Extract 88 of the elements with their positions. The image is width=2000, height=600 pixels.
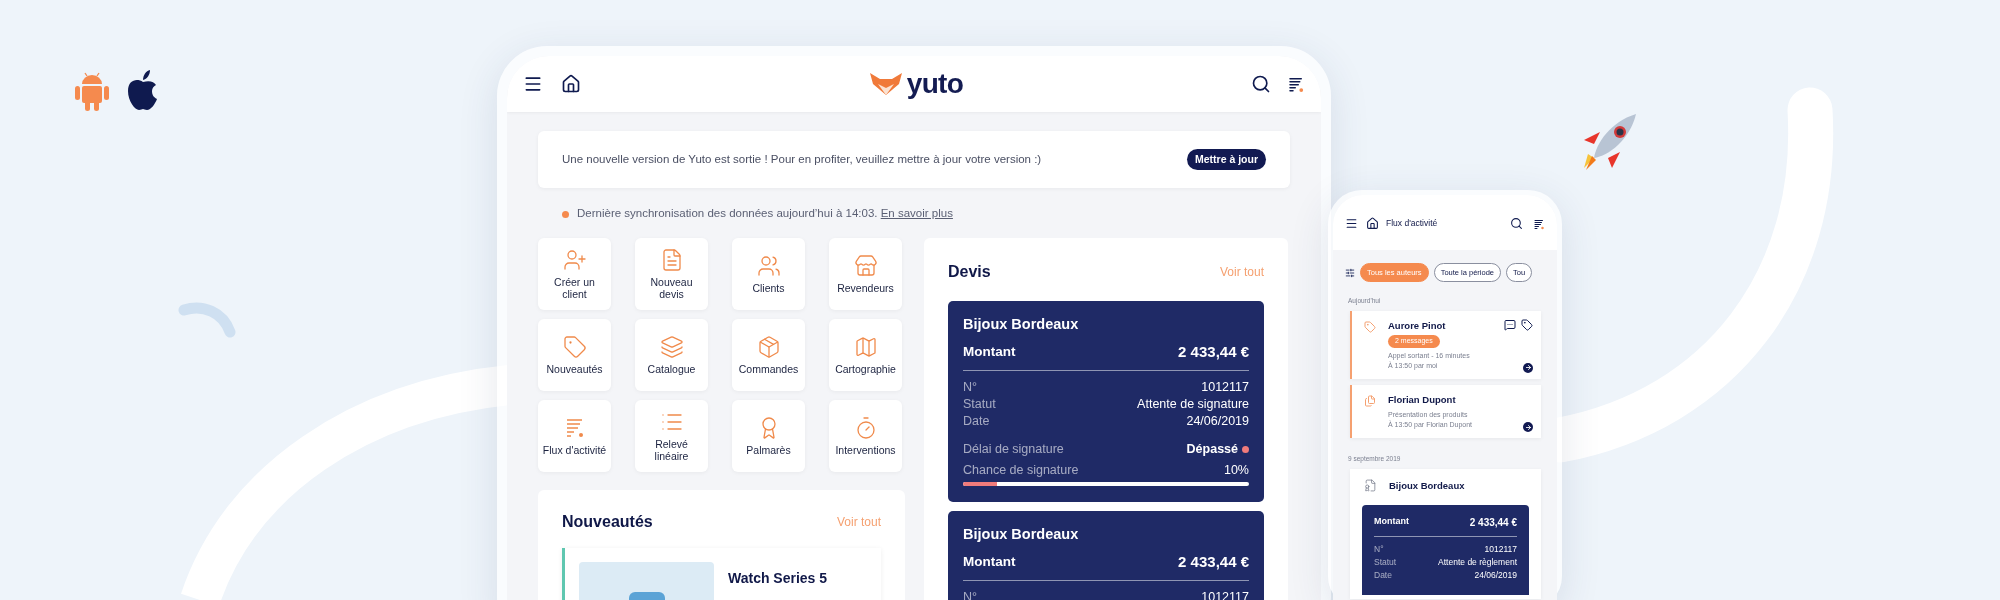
client-name: Bijoux Bordeaux: [963, 524, 1080, 544]
field-label: Délai de signature: [963, 441, 1064, 459]
activity-feed-icon[interactable]: [1287, 75, 1305, 93]
shortcut-tile[interactable]: Commandes: [732, 319, 805, 391]
section-title: Devis: [948, 262, 991, 282]
message-icon[interactable]: [1504, 319, 1516, 331]
shortcut-label: Créer un client: [553, 276, 596, 300]
shortcut-tile[interactable]: Relevé linéaire: [635, 400, 708, 472]
product-card[interactable]: Watch Series 5: [562, 548, 881, 600]
menu-icon[interactable]: [1345, 217, 1358, 230]
contact-name: Florian Dupont: [1388, 392, 1456, 407]
apple-icon: [126, 69, 160, 111]
quote-activity-card[interactable]: Bijoux Bordeaux Montant 2 433,44 € N° 1012117 Statut Attente de règlement Date 24/06/2019: [1350, 468, 1541, 599]
shortcut-tile[interactable]: Créer un client: [538, 238, 611, 310]
field-value: Attente de signature: [1137, 396, 1249, 414]
field-label: Chance de signature: [963, 462, 1079, 479]
amount-label: Montant: [963, 342, 1016, 361]
field-value: 1012117: [1484, 543, 1517, 556]
field-label: Statut: [1374, 556, 1397, 569]
amount-value: 2 433,44 €: [1469, 516, 1517, 530]
shortcut-label: Interventions: [835, 444, 896, 456]
field-value: Attente de règlement: [1438, 556, 1517, 569]
shortcut-label: Catalogue: [647, 363, 696, 375]
arc-drawing: [178, 300, 238, 340]
menu-icon[interactable]: [523, 74, 543, 94]
update-message: Une nouvelle version de Yuto est sortie ! Pour en profiter, veuillez mettre à jour votre version :): [562, 151, 1042, 167]
field-value: Dépassé: [1186, 441, 1238, 459]
map-icon: [853, 335, 878, 359]
home-icon[interactable]: [1366, 217, 1379, 230]
logo-text: yuto: [906, 70, 964, 98]
android-icon: [74, 70, 110, 112]
tag-icon: [562, 335, 587, 359]
search-icon[interactable]: [1510, 217, 1523, 230]
sync-notice: Dernière synchronisation des données aujourd’hui à 14:03. En savoir plus: [577, 206, 953, 222]
shortcut-label: Nouveau devis: [649, 276, 694, 300]
document-icon: [1364, 479, 1377, 493]
contact-name: Aurore Pinot: [1388, 319, 1446, 333]
field-value: 24/06/2019: [1474, 569, 1517, 582]
shortcut-label: Cartographie: [835, 363, 896, 375]
client-name: Bijoux Bordeaux: [1389, 478, 1465, 493]
shortcut-label: Commandes: [738, 363, 799, 375]
shortcut-label: Nouveautés: [546, 363, 603, 375]
box-icon: [756, 335, 781, 359]
users-icon: [756, 254, 781, 278]
shortcut-tile[interactable]: Cartographie: [829, 319, 902, 391]
layers-icon: [659, 335, 684, 359]
screen-title: Flux d'activité: [1386, 217, 1439, 230]
shortcut-tile[interactable]: Nouveau devis: [635, 238, 708, 310]
user-plus-icon: [562, 248, 587, 272]
amount-value: 2 433,44 €: [1178, 341, 1249, 362]
amount-value: 2 433,44 €: [1178, 551, 1249, 572]
field-value: 1012117: [1201, 379, 1249, 397]
amount-label: Montant: [1374, 515, 1409, 528]
field-label: Date: [1374, 569, 1392, 582]
amount-label: Montant: [963, 552, 1016, 571]
update-button[interactable]: Mettre à jour: [1187, 148, 1266, 171]
shortcut-tile[interactable]: Revendeurs: [829, 238, 902, 310]
tag-icon[interactable]: [1521, 319, 1533, 331]
documents-icon: [1364, 394, 1376, 407]
shortcut-tile[interactable]: Clients: [732, 238, 805, 310]
quote-card[interactable]: Bijoux Bordeaux Montant 2 433,44 € N° 1012117 Statut Attente de signature Date 24/06/2019 Délai de signature Dépassé Chance de signature 10%: [948, 301, 1264, 502]
field-label: N°: [963, 379, 978, 397]
shortcut-tile[interactable]: Palmarès: [732, 400, 805, 472]
field-label: Statut: [963, 396, 996, 414]
activity-feed-icon[interactable]: [1533, 217, 1545, 230]
fox-logo-icon: [868, 72, 903, 96]
search-icon[interactable]: [1251, 74, 1271, 94]
shortcut-label: Palmarès: [746, 444, 791, 456]
field-label: N°: [1374, 543, 1384, 556]
shortcut-label: Flux d'activité: [542, 444, 607, 456]
client-name: Bijoux Bordeaux: [963, 315, 1080, 334]
shortcut-label: Clients: [752, 282, 785, 294]
home-icon[interactable]: [561, 74, 581, 94]
shortcut-tile[interactable]: Interventions: [829, 400, 902, 472]
shortcut-label: Relevé linéaire: [653, 438, 690, 462]
shortcut-tile[interactable]: Catalogue: [635, 319, 708, 391]
storefront-icon: [853, 254, 878, 278]
shortcut-label: Revendeurs: [837, 282, 894, 294]
learn-more-link[interactable]: En savoir plus: [880, 207, 953, 220]
tag-icon: [1364, 321, 1376, 333]
field-value: 24/06/2019: [1186, 413, 1249, 431]
field-value: 10%: [1223, 462, 1249, 479]
shortcut-tile[interactable]: Flux d'activité: [538, 400, 611, 472]
product-title: Watch Series 5: [728, 569, 828, 588]
filter-icon[interactable]: [1345, 267, 1355, 278]
shortcut-tile[interactable]: Nouveautés: [538, 319, 611, 391]
section-title: Nouveautés: [562, 512, 653, 532]
field-label: Date: [963, 413, 990, 431]
